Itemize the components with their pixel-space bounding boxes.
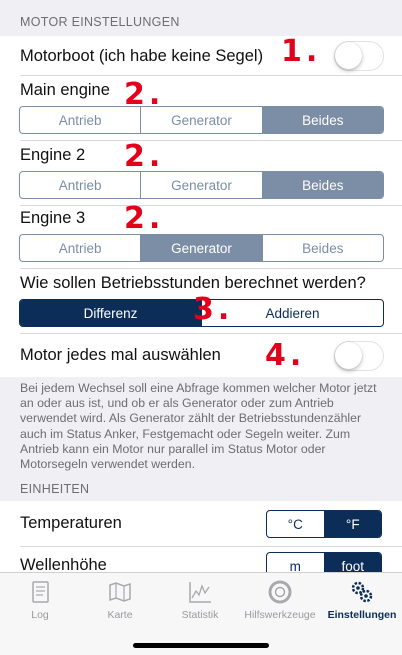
- select-motor-each-time-toggle[interactable]: [334, 341, 384, 371]
- temperature-unit-segmented-control[interactable]: °C °F: [266, 510, 382, 538]
- annotation-2-engine2: 2.: [124, 139, 165, 174]
- annotation-2-main-engine: 2.: [124, 77, 165, 112]
- main-engine-segmented-control[interactable]: Antrieb Generator Beides: [19, 106, 384, 134]
- home-indicator: [133, 643, 269, 648]
- divider: [20, 333, 402, 334]
- main-engine-option-beides[interactable]: Beides: [262, 107, 383, 133]
- tab-label-einstellungen: Einstellungen: [327, 609, 397, 621]
- divider: [20, 546, 402, 547]
- engine2-label: Engine 2: [20, 146, 86, 164]
- engine3-option-generator[interactable]: Generator: [141, 235, 263, 261]
- section-header-motor: MOTOR EINSTELLUNGEN: [20, 15, 180, 29]
- main-engine-label: Main engine: [20, 81, 110, 99]
- annotation-2-engine3: 2.: [124, 201, 165, 236]
- motor-selection-footnote: Bei jedem Wechsel soll eine Abfrage komm…: [20, 381, 377, 472]
- chart-icon: [189, 582, 211, 603]
- tab-karte[interactable]: Karte: [80, 579, 160, 621]
- toggle-knob: [335, 42, 362, 69]
- hours-option-differenz[interactable]: Differenz: [20, 300, 202, 326]
- lifebuoy-icon: [268, 580, 292, 604]
- divider: [20, 75, 402, 76]
- engine2-option-beides[interactable]: Beides: [262, 172, 383, 198]
- units-settings-panel: Temperaturen °C °F Wellenhöhe m foot: [0, 501, 402, 580]
- motorboat-label: Motorboot (ich habe keine Segel): [20, 47, 264, 65]
- annotation-1: 1.: [281, 34, 322, 69]
- section-header-units: EINHEITEN: [20, 482, 90, 496]
- engine3-option-antrieb[interactable]: Antrieb: [20, 235, 142, 261]
- divider: [20, 205, 402, 206]
- tab-label-statistik: Statistik: [181, 609, 219, 621]
- temperature-label: Temperaturen: [20, 514, 122, 532]
- motorboat-toggle[interactable]: [334, 41, 384, 71]
- annotation-3: 3.: [193, 292, 234, 327]
- temperature-option-celsius[interactable]: °C: [267, 511, 325, 537]
- tab-label-karte: Karte: [107, 609, 133, 621]
- tab-einstellungen[interactable]: Einstellungen: [322, 579, 402, 621]
- gears-icon: [351, 581, 373, 603]
- engine2-option-antrieb[interactable]: Antrieb: [20, 172, 142, 198]
- annotation-4: 4.: [265, 338, 306, 373]
- engine3-option-beides[interactable]: Beides: [263, 235, 383, 261]
- map-icon: [109, 582, 131, 602]
- temperature-option-fahrenheit[interactable]: °F: [324, 511, 381, 537]
- toggle-knob: [335, 342, 362, 369]
- tab-label-log: Log: [31, 609, 49, 621]
- divider: [20, 140, 402, 141]
- tab-statistik[interactable]: Statistik: [160, 579, 240, 621]
- tab-hilfswerkzeuge[interactable]: Hilfswerkzeuge: [240, 579, 320, 621]
- select-motor-each-time-label: Motor jedes mal auswählen: [20, 346, 221, 364]
- engine2-option-generator[interactable]: Generator: [141, 172, 263, 198]
- log-icon: [32, 581, 49, 603]
- engine3-label: Engine 3: [20, 209, 86, 227]
- divider: [20, 268, 402, 269]
- tab-label-hilfswerkzeuge: Hilfswerkzeuge: [244, 609, 316, 621]
- engine2-segmented-control[interactable]: Antrieb Generator Beides: [19, 171, 384, 199]
- tab-log[interactable]: Log: [0, 579, 80, 621]
- hours-question-label: Wie sollen Betriebsstunden berechnet wer…: [20, 274, 366, 292]
- engine3-segmented-control[interactable]: Antrieb Generator Beides: [19, 234, 384, 262]
